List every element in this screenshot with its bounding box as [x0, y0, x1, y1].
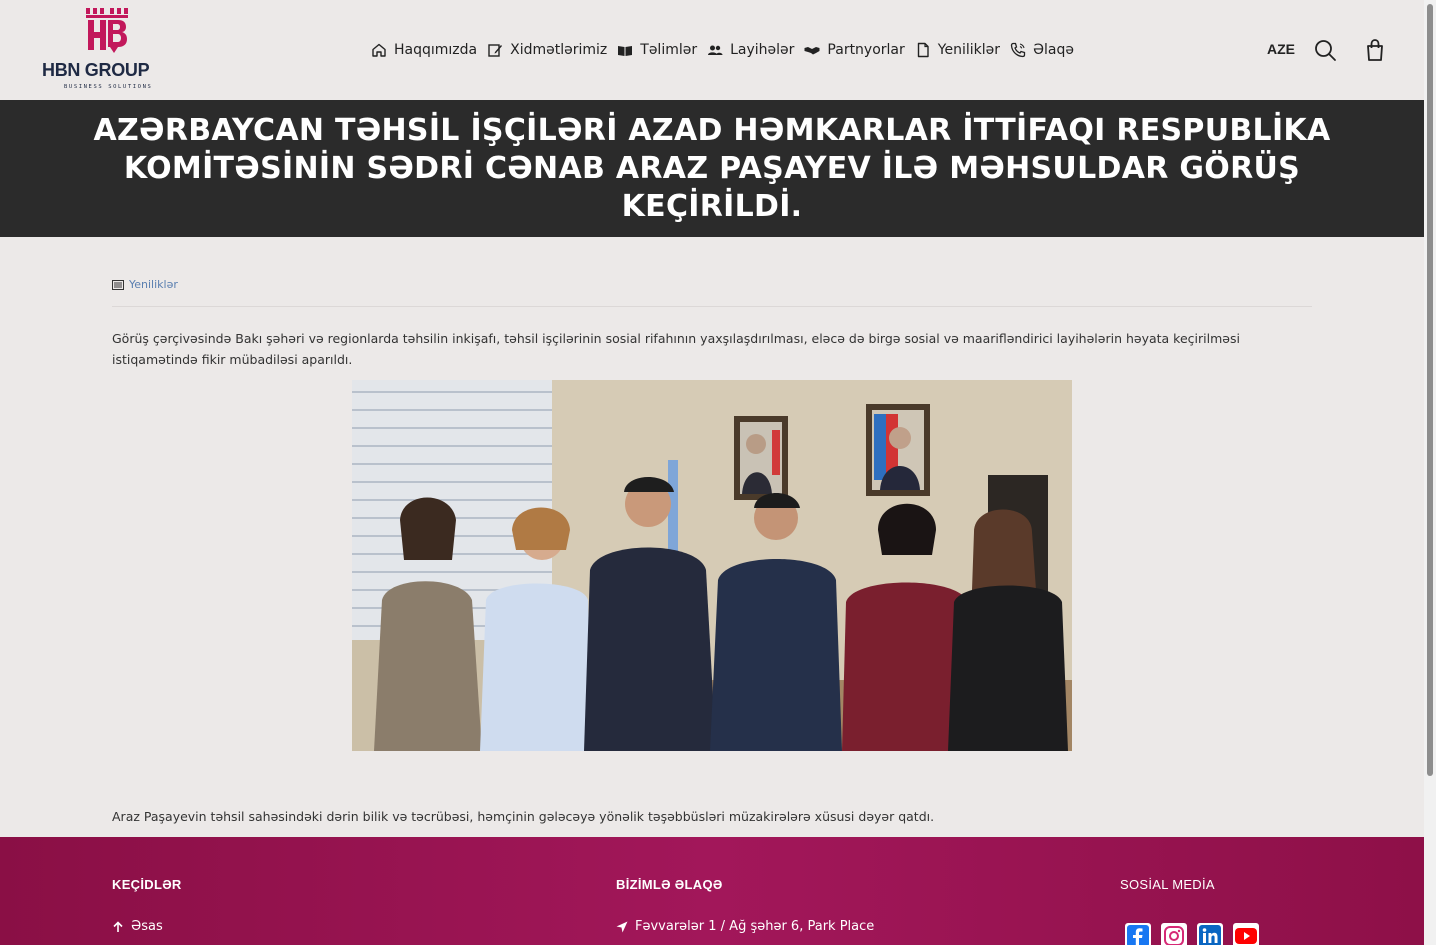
nav-item-label: Təlimlər [640, 42, 698, 58]
youtube-icon [1235, 928, 1257, 944]
page-scrollbar[interactable] [1424, 0, 1436, 945]
search-icon[interactable] [1313, 38, 1337, 62]
instagram-icon [1164, 926, 1184, 945]
main-nav: Haqqımızda Xidmətlərimiz Təlimlər Layihə… [371, 38, 1084, 62]
language-switcher[interactable]: AZE [1267, 41, 1295, 57]
handshake-icon [804, 47, 820, 55]
nav-item-label: Partnyorlar [827, 42, 905, 58]
footer-social-heading: SOSİAL MEDİA [1120, 877, 1215, 892]
edit-icon [488, 44, 503, 57]
footer-contact-heading: BİZİMLƏ ƏLAQƏ [616, 877, 723, 892]
meeting-photo [352, 380, 1072, 751]
hbn-crest-icon [86, 8, 128, 53]
footer-link-home[interactable]: Əsas [112, 919, 163, 934]
footer-link-label: Əsas [131, 919, 163, 934]
scrollbar-thumb[interactable] [1427, 4, 1433, 776]
site-footer: KEÇİDLƏR Əsas BİZİMLƏ ƏLAQƏ Fəvvarələr 1… [0, 837, 1424, 945]
nav-item-label: Xidmətlərimiz [510, 42, 608, 58]
facebook-icon [1127, 925, 1149, 945]
location-arrow-icon [616, 921, 628, 932]
nav-item-contact[interactable]: Əlaqə [1010, 42, 1074, 58]
shopping-bag-icon[interactable] [1365, 38, 1385, 62]
phone-icon [1010, 42, 1026, 58]
footer-address[interactable]: Fəvvarələr 1 / Ağ şəhər 6, Park Place [616, 919, 874, 934]
nav-item-label: Əlaqə [1032, 42, 1074, 58]
title-banner: AZƏRBAYCAN TƏHSİL İŞÇİLƏRİ AZAD HƏMKARLA… [0, 100, 1424, 237]
nav-item-label: Layihələr [730, 42, 795, 58]
nav-item-services[interactable]: Xidmətlərimiz [487, 42, 607, 58]
article-paragraph: Görüş çərçivəsində Bakı şəhəri və region… [112, 331, 1240, 367]
newspaper-icon [112, 279, 124, 290]
facebook-link[interactable] [1125, 923, 1151, 945]
hbn-group-logo[interactable]: HBN GROUP BUSINESS SOLUTIONS [42, 8, 172, 94]
nav-item-news[interactable]: Yeniliklər [915, 42, 1000, 58]
nav-item-about[interactable]: Haqqımızda [371, 42, 477, 58]
brand-tagline: BUSINESS SOLUTIONS [64, 84, 153, 90]
youtube-link[interactable] [1233, 923, 1259, 945]
linkedin-icon [1199, 925, 1221, 945]
site-header: HBN GROUP BUSINESS SOLUTIONS Haqqımızda … [0, 0, 1424, 100]
instagram-link[interactable] [1161, 923, 1187, 945]
article-paragraph: Araz Paşayevin təhsil sahəsindəki dərin … [112, 809, 935, 824]
nav-item-trainings[interactable]: Təlimlər [617, 42, 697, 58]
home-icon [372, 43, 386, 57]
nav-item-partners[interactable]: Partnyorlar [804, 42, 905, 58]
arrow-up-icon [113, 920, 123, 932]
page-title: AZƏRBAYCAN TƏHSİL İŞÇİLƏRİ AZAD HƏMKARLA… [93, 112, 1331, 224]
users-icon [708, 45, 723, 55]
breadcrumb[interactable]: Yeniliklər [112, 278, 178, 291]
nav-item-projects[interactable]: Layihələr [707, 42, 794, 58]
brand-name: HBN GROUP [42, 60, 150, 80]
breadcrumb-label: Yeniliklər [129, 278, 178, 291]
footer-address-label: Fəvvarələr 1 / Ağ şəhər 6, Park Place [635, 919, 875, 934]
linkedin-link[interactable] [1197, 923, 1223, 945]
divider [112, 306, 1312, 307]
document-icon [917, 42, 929, 58]
nav-item-label: Yeniliklər [937, 42, 1000, 58]
nav-item-label: Haqqımızda [394, 42, 478, 58]
book-icon [618, 46, 633, 56]
footer-links-heading: KEÇİDLƏR [112, 877, 182, 892]
